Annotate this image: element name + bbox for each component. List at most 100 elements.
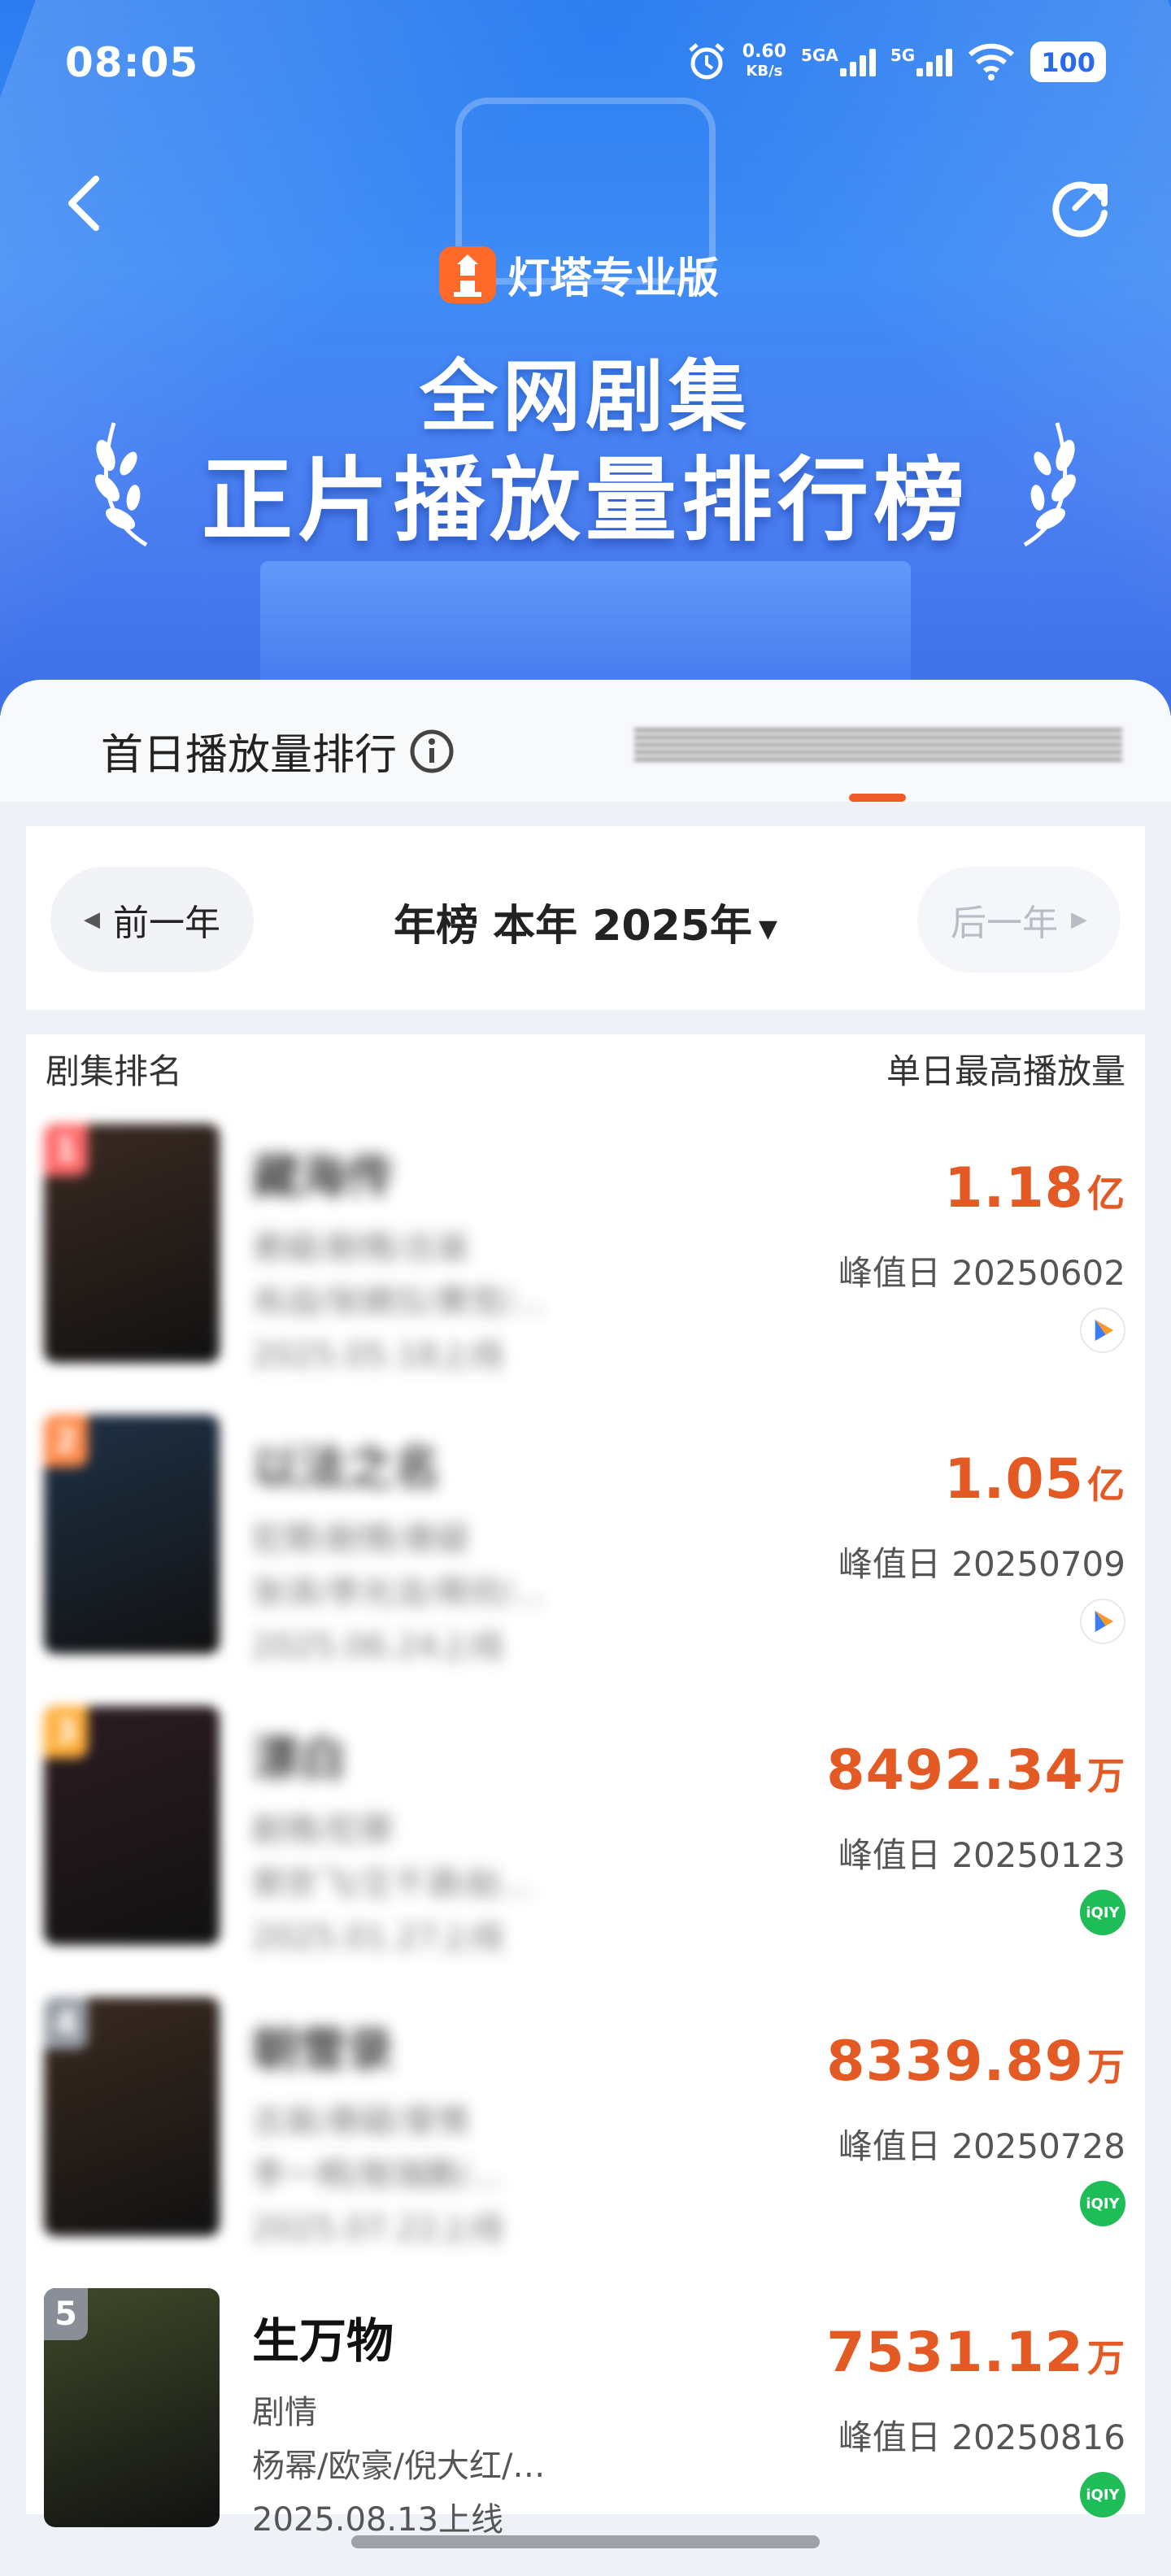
poster-image[interactable]: 5 — [44, 2288, 220, 2527]
alarm-icon — [689, 43, 725, 80]
rank-badge: 5 — [44, 2288, 88, 2340]
signal-5g: 5G — [890, 46, 953, 76]
show-info: 藏海传悬疑/剧情/古装肖战/张婧仪/黄觉/… 2025.05.18上线 — [252, 1124, 659, 1376]
show-cast: 李一桐/敖瑞鹏/… — [252, 2156, 502, 2194]
signal-bars-icon — [916, 47, 953, 76]
rank-badge: 4 — [44, 1997, 88, 2049]
list-item[interactable]: 1 藏海传悬疑/剧情/古装肖战/张婧仪/黄觉/… 2025.05.18上线 1.18亿… — [26, 1124, 1145, 1374]
peak-play-count: 8492.34万 — [826, 1738, 1125, 1803]
banner-title-line2: 正片播放量排行榜 — [202, 448, 969, 554]
peak-play-value: 1.18 — [944, 1156, 1084, 1221]
peak-play-value: 8339.89 — [826, 2030, 1084, 2094]
show-release: 2025.01.27上线 — [252, 1919, 504, 1956]
tab-active-indicator — [849, 794, 906, 802]
peak-play-unit: 亿 — [1087, 1463, 1125, 1507]
ranking-tabs: 首日播放量排行 — [0, 680, 1171, 802]
show-genre: 剧情/犯罪 — [252, 1812, 394, 1849]
year-navigation: ◀ 前一年 年榜 本年 2025年 ▼ 后一年 ▶ — [26, 826, 1145, 1010]
peak-play-count: 1.05亿 — [944, 1447, 1125, 1512]
peak-date: 峰值日 20250709 — [838, 1544, 1125, 1584]
tab-first-day-ranking[interactable]: 首日播放量排行 — [101, 720, 455, 781]
poster-image[interactable]: 1 — [44, 1124, 220, 1363]
rank-badge: 1 — [44, 1124, 88, 1176]
peak-play-unit: 万 — [1087, 2045, 1125, 2089]
show-cast: 杨幂/欧豪/倪大红/… — [252, 2448, 546, 2485]
show-title[interactable]: 藏海传 — [252, 1138, 659, 1207]
show-info: 漂白 剧情/犯罪 郭京飞/王千源/赵… 2025.01.27上线 — [252, 1706, 659, 1958]
peak-date: 峰值日 20250728 — [838, 2126, 1125, 2166]
signal-5ga: 5GA — [801, 47, 876, 76]
peak-play-value: 8492.34 — [826, 1738, 1084, 1803]
show-genre: 古装/悬疑/爱情 — [252, 2103, 469, 2140]
status-icons: 0.60 KB/s 5GA 5G 100 — [686, 41, 1106, 83]
next-year-label: 后一年 — [951, 903, 1058, 944]
list-item[interactable]: 3 漂白 剧情/犯罪 郭京飞/王千源/赵… 2025.01.27上线 8492.34万 峰值… — [26, 1706, 1145, 1956]
info-icon[interactable] — [408, 728, 455, 775]
tab-obscured[interactable] — [634, 729, 1122, 761]
show-release: 2025.08.13上线 — [252, 2501, 504, 2539]
rank-badge: 3 — [44, 1706, 88, 1758]
show-cast: 肖战/张婧仪/黄觉/… — [252, 1283, 546, 1321]
peak-date: 峰值日 20250816 — [838, 2417, 1125, 2457]
tencent-video-icon — [1080, 1308, 1125, 1353]
iqiyi-icon: iQIY — [1080, 1890, 1125, 1935]
list-header: 剧集排名 单日最高播放量 — [46, 1044, 1125, 1094]
status-time: 08:05 — [65, 39, 199, 86]
peak-play-value: 1.05 — [944, 1447, 1084, 1512]
ranking-list: 剧集排名 单日最高播放量 1 藏海传悬疑/剧情/古装肖战/张婧仪/黄觉/… 2025… — [26, 1034, 1145, 2539]
caret-right-icon: ▶ — [1071, 907, 1087, 932]
net-speed: 0.60 KB/s — [742, 42, 786, 81]
peak-play-unit: 万 — [1087, 1754, 1125, 1798]
signal-bars-icon — [839, 47, 876, 76]
poster-image[interactable]: 4 — [44, 1997, 220, 2236]
app-page: 08:05 0.60 KB/s 5GA 5G 100 灯塔专业版 全网剧集 正片… — [0, 0, 1171, 2576]
rank-badge: 2 — [44, 1415, 88, 1467]
show-title[interactable]: 以法之名 — [252, 1429, 659, 1498]
tencent-video-icon — [1080, 1599, 1125, 1644]
peak-play-count: 1.18亿 — [944, 1156, 1125, 1221]
tab-first-day-label: 首日播放量排行 — [101, 731, 398, 780]
col-value-label: 单日最高播放量 — [886, 1051, 1125, 1091]
list-item[interactable]: 5 生万物剧情杨幂/欧豪/倪大红/… 2025.08.13上线 7531.12万峰值日… — [26, 2288, 1145, 2539]
peak-play-unit: 万 — [1087, 2336, 1125, 2380]
list-item[interactable]: 2 以法之名犯罪/剧情/悬疑张译/李光洁/蒋欣/… 2025.06.24上线 1.05… — [26, 1415, 1145, 1665]
show-genre: 剧情 — [252, 2394, 317, 2431]
show-cast: 张译/李光洁/蒋欣/… — [252, 1574, 546, 1612]
show-release: 2025.05.18上线 — [252, 1337, 504, 1374]
show-info: 以法之名犯罪/剧情/悬疑张译/李光洁/蒋欣/… 2025.06.24上线 — [252, 1415, 659, 1667]
status-bar: 08:05 0.60 KB/s 5GA 5G 100 — [0, 0, 1171, 130]
peak-play-count: 8339.89万 — [826, 2030, 1125, 2094]
iqiyi-icon: iQIY — [1080, 2472, 1125, 2517]
net-speed-unit: KB/s — [746, 63, 783, 80]
show-release: 2025.06.24上线 — [252, 1628, 504, 1665]
poster-image[interactable]: 2 — [44, 1415, 220, 1654]
back-arrow-icon[interactable] — [60, 171, 109, 236]
show-info: 朝雪录古装/悬疑/爱情 李一桐/敖瑞鹏/… 2025.07.22上线 — [252, 1997, 659, 2249]
show-genre: 犯罪/剧情/悬疑 — [252, 1521, 469, 1558]
poster-image[interactable]: 3 — [44, 1706, 220, 1945]
show-title[interactable]: 漂白 — [252, 1721, 659, 1789]
iqiyi-icon: iQIY — [1080, 2181, 1125, 2226]
brand: 灯塔专业版 — [439, 244, 719, 305]
col-rank-label: 剧集排名 — [46, 1051, 183, 1091]
show-title[interactable]: 朝雪录 — [252, 2012, 659, 2080]
share-refresh-icon[interactable] — [1046, 172, 1114, 241]
net-speed-value: 0.60 — [742, 41, 787, 62]
wifi-icon — [969, 43, 1015, 80]
home-indicator[interactable] — [351, 2535, 820, 2548]
signal-5g-label: 5G — [890, 46, 916, 65]
peak-date: 峰值日 20250123 — [838, 1835, 1125, 1875]
year-selector-label: 年榜 本年 2025年 — [393, 902, 752, 951]
next-year-button[interactable]: 后一年 ▶ — [917, 867, 1121, 973]
lighthouse-logo-icon — [439, 246, 496, 303]
signal-5ga-label: 5GA — [801, 46, 838, 65]
peak-play-count: 7531.12万 — [826, 2321, 1125, 2385]
show-release: 2025.07.22上线 — [252, 2210, 504, 2247]
list-item[interactable]: 4 朝雪录古装/悬疑/爱情 李一桐/敖瑞鹏/… 2025.07.22上线 8339.89… — [26, 1997, 1145, 2247]
brand-name: 灯塔专业版 — [507, 255, 720, 303]
header-banner: 08:05 0.60 KB/s 5GA 5G 100 灯塔专业版 全网剧集 正片… — [0, 0, 1171, 716]
caret-down-icon: ▼ — [758, 914, 777, 943]
show-info: 生万物剧情杨幂/欧豪/倪大红/… 2025.08.13上线 — [252, 2288, 659, 2540]
show-genre: 悬疑/剧情/古装 — [252, 1229, 469, 1267]
show-title[interactable]: 生万物 — [252, 2303, 659, 2371]
